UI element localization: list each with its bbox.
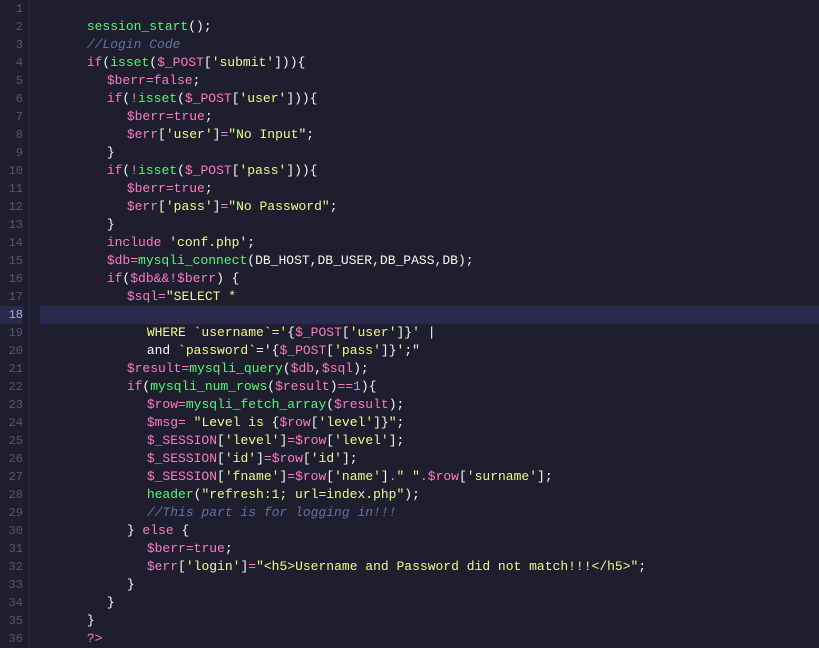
code-line-33: } — [40, 576, 819, 594]
line-num-4: 4 — [0, 54, 23, 72]
code-line-25: $_SESSION['id']=$row['id']; — [40, 432, 819, 450]
code-line-17: FROM `data` — [40, 288, 819, 306]
code-line-10: $berr=true; — [40, 162, 819, 180]
line-num-7: 7 — [0, 108, 23, 126]
code-editor[interactable]: 1 2 3 4 5 6 7 8 9 10 11 12 13 14 15 16 1… — [0, 0, 819, 648]
line-num-20: 20 — [0, 342, 23, 360]
line-num-22: 22 — [0, 378, 23, 396]
line-num-32: 32 — [0, 558, 23, 576]
line-num-24: 24 — [0, 414, 23, 432]
line-num-2: 2 — [0, 18, 23, 36]
line-num-27: 27 — [0, 468, 23, 486]
line-num-13: 13 — [0, 216, 23, 234]
code-line-16: $sql="SELECT * — [40, 270, 819, 288]
line-num-9: 9 — [0, 144, 23, 162]
code-line-8: } — [40, 126, 819, 144]
code-line-28: //This part is for logging in!!! — [40, 486, 819, 504]
code-line-20: $result=mysqli_query($db,$sql); — [40, 342, 819, 360]
line-num-25: 25 — [0, 432, 23, 450]
code-line-36: <!DOCTYPE html> — [40, 630, 819, 648]
line-num-35: 35 — [0, 612, 23, 630]
line-num-6: 6 — [0, 90, 23, 108]
code-line-30: $berr=true; — [40, 522, 819, 540]
code-line-1: session_start(); — [40, 0, 819, 18]
code-line-7: $err['user']="No Input"; — [40, 108, 819, 126]
line-num-29: 29 — [0, 504, 23, 522]
code-line-11: $err['pass']="No Password"; — [40, 180, 819, 198]
line-num-3: 3 — [0, 36, 23, 54]
code-line-29: } else { — [40, 504, 819, 522]
line-numbers: 1 2 3 4 5 6 7 8 9 10 11 12 13 14 15 16 1… — [0, 0, 30, 648]
line-num-5: 5 — [0, 72, 23, 90]
code-line-3: if(isset($_POST['submit'])){ — [40, 36, 819, 54]
code-line-27: header("refresh:1; url=index.php"); — [40, 468, 819, 486]
code-line-19: and `password`='{$_POST['pass']}';" — [40, 324, 819, 342]
line-num-11: 11 — [0, 180, 23, 198]
code-line-6: $berr=true; — [40, 90, 819, 108]
line-num-28: 28 — [0, 486, 23, 504]
code-line-12: } — [40, 198, 819, 216]
line-num-18: 18 — [0, 306, 23, 324]
line-num-33: 33 — [0, 576, 23, 594]
line-num-14: 14 — [0, 234, 23, 252]
code-line-23: $msg= "Level is {$row['level']}"; — [40, 396, 819, 414]
code-line-5: if(!isset($_POST['user'])){ — [40, 72, 819, 90]
code-line-35: ?> — [40, 612, 819, 630]
line-num-19: 19 — [0, 324, 23, 342]
code-line-31: $err['login']="<h5>Username and Password… — [40, 540, 819, 558]
line-num-16: 16 — [0, 270, 23, 288]
code-content[interactable]: session_start(); //Login Code if(isset($… — [30, 0, 819, 648]
code-line-32: } — [40, 558, 819, 576]
line-num-12: 12 — [0, 198, 23, 216]
line-num-21: 21 — [0, 360, 23, 378]
line-num-31: 31 — [0, 540, 23, 558]
line-num-23: 23 — [0, 396, 23, 414]
code-line-18: WHERE `username`='{$_POST['user']}' | — [40, 306, 819, 324]
code-line-34: } — [40, 594, 819, 612]
code-line-13: include 'conf.php'; — [40, 216, 819, 234]
code-line-14: $db=mysqli_connect(DB_HOST,DB_USER,DB_PA… — [40, 234, 819, 252]
line-num-1: 1 — [0, 0, 23, 18]
line-num-17: 17 — [0, 288, 23, 306]
code-line-22: $row=mysqli_fetch_array($result); — [40, 378, 819, 396]
line-num-15: 15 — [0, 252, 23, 270]
line-num-34: 34 — [0, 594, 23, 612]
line-num-8: 8 — [0, 126, 23, 144]
line-num-26: 26 — [0, 450, 23, 468]
code-line-9: if(!isset($_POST['pass'])){ — [40, 144, 819, 162]
line-num-36: 36 — [0, 630, 23, 648]
code-line-4: $berr=false; — [40, 54, 819, 72]
code-line-26: $_SESSION['fname']=$row['name']." ".$row… — [40, 450, 819, 468]
code-line-24: $_SESSION['level']=$row['level']; — [40, 414, 819, 432]
line-num-30: 30 — [0, 522, 23, 540]
line-num-10: 10 — [0, 162, 23, 180]
code-line-21: if(mysqli_num_rows($result)==1){ — [40, 360, 819, 378]
code-line-15: if($db&&!$berr) { — [40, 252, 819, 270]
code-line-2: //Login Code — [40, 18, 819, 36]
